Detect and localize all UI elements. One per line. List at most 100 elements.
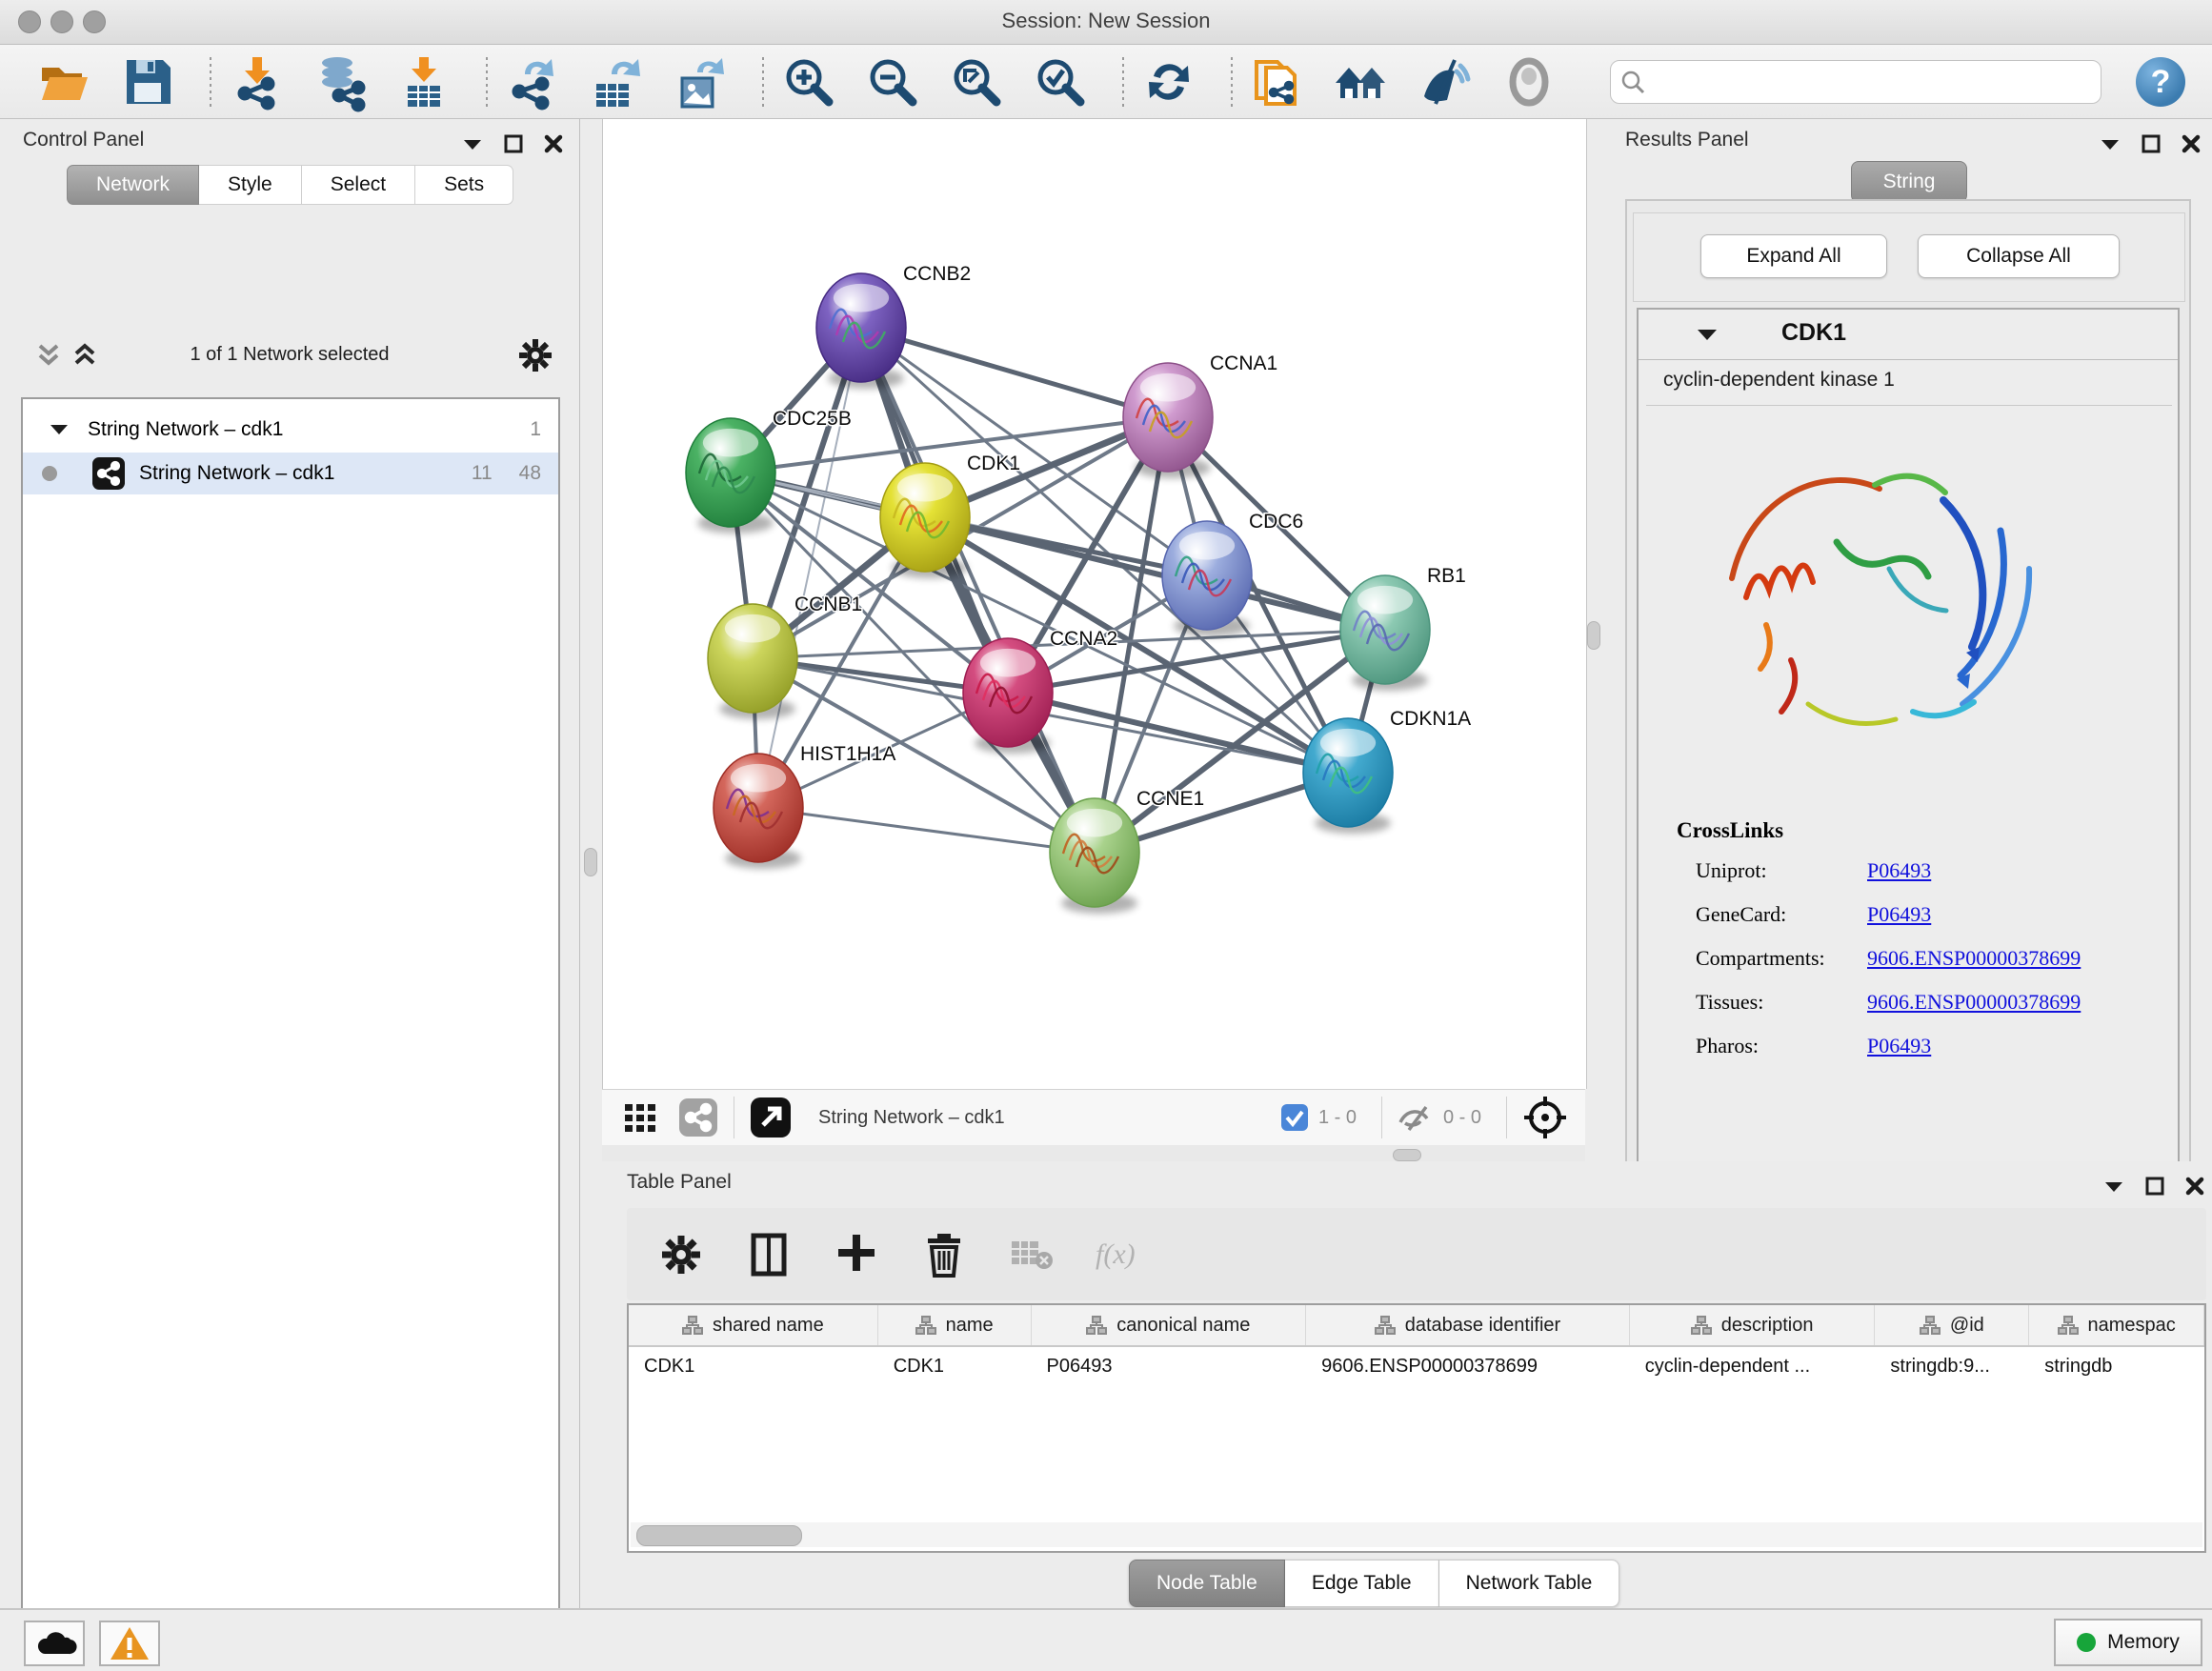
tab-style[interactable]: Style bbox=[199, 165, 302, 205]
cloud-icon[interactable] bbox=[24, 1621, 85, 1666]
node-CCNA2[interactable] bbox=[963, 638, 1053, 754]
birds-eye-view-icon[interactable] bbox=[1522, 1095, 1568, 1140]
export-network-icon[interactable] bbox=[505, 54, 560, 110]
zoom-in-icon[interactable] bbox=[781, 54, 836, 110]
close-panel-icon[interactable] bbox=[544, 134, 563, 153]
import-database-icon[interactable] bbox=[312, 54, 368, 110]
column-header-name[interactable]: name bbox=[878, 1305, 1032, 1345]
node-CDC6[interactable] bbox=[1162, 521, 1252, 636]
float-panel-icon[interactable] bbox=[2142, 134, 2161, 153]
edge-CCNB2-CCNE1[interactable] bbox=[861, 328, 1095, 853]
zoom-selected-icon[interactable] bbox=[1033, 54, 1088, 110]
crosslink-value-link[interactable]: P06493 bbox=[1867, 902, 1931, 927]
table-cell[interactable]: cyclin-dependent ... bbox=[1630, 1347, 1876, 1385]
close-panel-icon[interactable] bbox=[2182, 134, 2201, 153]
node-CDC25B[interactable] bbox=[686, 418, 775, 534]
home-icon[interactable] bbox=[1334, 54, 1389, 110]
detach-view-icon[interactable] bbox=[750, 1097, 792, 1138]
show-icon[interactable] bbox=[1501, 54, 1557, 110]
tab-sets[interactable]: Sets bbox=[415, 165, 513, 205]
selected-checkbox-icon[interactable] bbox=[1280, 1103, 1309, 1132]
table-cell[interactable]: P06493 bbox=[1032, 1347, 1307, 1385]
tab-network-table[interactable]: Network Table bbox=[1439, 1560, 1620, 1607]
float-panel-icon[interactable] bbox=[504, 134, 523, 153]
column-header-description[interactable]: description bbox=[1630, 1305, 1876, 1345]
edge-CCNA2-CDKN1A[interactable] bbox=[1008, 693, 1348, 773]
table-cell[interactable]: 9606.ENSP00000378699 bbox=[1306, 1347, 1630, 1385]
add-row-icon[interactable] bbox=[833, 1231, 880, 1278]
network-view-mode-icon[interactable] bbox=[678, 1097, 718, 1137]
node-CDK1[interactable] bbox=[880, 463, 970, 578]
edge-CDK1-RB1[interactable] bbox=[925, 517, 1385, 630]
memory-button[interactable]: Memory bbox=[2054, 1619, 2202, 1666]
column-header--id[interactable]: @id bbox=[1875, 1305, 2029, 1345]
search-input[interactable] bbox=[1645, 64, 2091, 100]
table-cell[interactable]: CDK1 bbox=[629, 1347, 878, 1385]
hide-icon[interactable] bbox=[1418, 54, 1473, 110]
node-HIST1H1A[interactable] bbox=[714, 754, 803, 869]
open-session-icon[interactable] bbox=[36, 54, 91, 110]
horizontal-scrollbar[interactable] bbox=[631, 1522, 2202, 1547]
network-row-selected[interactable]: String Network – cdk1 11 48 bbox=[23, 453, 558, 494]
edge-HIST1H1A-CCNE1[interactable] bbox=[758, 808, 1095, 853]
tab-string[interactable]: String bbox=[1851, 161, 1967, 203]
collapse-caret-icon[interactable] bbox=[1696, 327, 1719, 342]
scrollbar-thumb[interactable] bbox=[636, 1525, 802, 1546]
float-panel-icon[interactable] bbox=[2145, 1177, 2164, 1196]
close-panel-icon[interactable] bbox=[2185, 1177, 2204, 1196]
tab-node-table[interactable]: Node Table bbox=[1129, 1560, 1285, 1607]
export-image-icon[interactable] bbox=[673, 54, 728, 110]
help-icon[interactable]: ? bbox=[2136, 57, 2185, 107]
network-collection-row[interactable]: String Network – cdk1 1 bbox=[23, 409, 558, 451]
refresh-icon[interactable] bbox=[1141, 54, 1196, 110]
panel-menu-icon[interactable] bbox=[462, 137, 483, 151]
tab-select[interactable]: Select bbox=[302, 165, 415, 205]
tab-edge-table[interactable]: Edge Table bbox=[1285, 1560, 1439, 1607]
node-CDKN1A[interactable] bbox=[1303, 718, 1393, 834]
column-header-namespac[interactable]: namespac bbox=[2029, 1305, 2204, 1345]
node-CCNB2[interactable] bbox=[816, 273, 906, 389]
column-header-database-identifier[interactable]: database identifier bbox=[1306, 1305, 1630, 1345]
column-header-canonical-name[interactable]: canonical name bbox=[1032, 1305, 1307, 1345]
zoom-out-icon[interactable] bbox=[865, 54, 920, 110]
table-gear-icon[interactable] bbox=[657, 1231, 705, 1278]
node-RB1[interactable] bbox=[1340, 575, 1430, 691]
clone-network-icon[interactable] bbox=[1250, 54, 1305, 110]
node-CCNB1[interactable] bbox=[708, 604, 797, 719]
crosslink-value-link[interactable]: 9606.ENSP00000378699 bbox=[1867, 990, 2081, 1015]
add-column-icon[interactable] bbox=[745, 1231, 793, 1278]
import-table-icon[interactable] bbox=[396, 54, 452, 110]
table-cell[interactable]: stringdb:9... bbox=[1875, 1347, 2029, 1385]
network-graph[interactable]: CCNB2CCNA1CDC25BCDK1CDC6RB1CCNB1CCNA2CDK… bbox=[603, 119, 1586, 1089]
zoom-fit-icon[interactable] bbox=[949, 54, 1004, 110]
right-splitter-handle[interactable] bbox=[1587, 621, 1600, 650]
panel-menu-icon[interactable] bbox=[2100, 137, 2121, 151]
crosslink-value-link[interactable]: P06493 bbox=[1867, 1034, 1931, 1058]
edge-CCNB2-HIST1H1A[interactable] bbox=[758, 328, 861, 808]
node-table[interactable]: shared namenamecanonical namedatabase id… bbox=[627, 1303, 2206, 1553]
table-cell[interactable]: stringdb bbox=[2029, 1347, 2204, 1385]
export-table-icon[interactable] bbox=[589, 54, 644, 110]
collapse-caret-icon[interactable] bbox=[50, 423, 69, 436]
edge-CCNB2-CCNA1[interactable] bbox=[861, 328, 1168, 417]
collapse-all-button[interactable]: Collapse All bbox=[1918, 234, 2120, 278]
delete-icon[interactable] bbox=[920, 1231, 968, 1278]
save-session-icon[interactable] bbox=[120, 54, 175, 110]
gear-icon[interactable] bbox=[518, 338, 553, 372]
table-cell[interactable]: CDK1 bbox=[878, 1347, 1032, 1385]
column-header-shared-name[interactable]: shared name bbox=[629, 1305, 878, 1345]
network-canvas[interactable]: CCNB2CCNA1CDC25BCDK1CDC6RB1CCNB1CCNA2CDK… bbox=[602, 119, 1587, 1089]
node-CCNA1[interactable] bbox=[1123, 363, 1213, 478]
node-CCNE1[interactable] bbox=[1050, 798, 1139, 914]
tab-network[interactable]: Network bbox=[67, 165, 199, 205]
crosslink-value-link[interactable]: 9606.ENSP00000378699 bbox=[1867, 946, 2081, 971]
crosslink-value-link[interactable]: P06493 bbox=[1867, 858, 1931, 883]
import-network-icon[interactable] bbox=[229, 54, 284, 110]
warning-icon[interactable] bbox=[99, 1621, 160, 1666]
grid-mode-icon[interactable] bbox=[623, 1100, 661, 1135]
panel-menu-icon[interactable] bbox=[2103, 1179, 2124, 1193]
gene-section-header[interactable]: CDK1 bbox=[1639, 310, 2178, 360]
bottom-splitter-handle[interactable] bbox=[1393, 1149, 1421, 1161]
expand-all-button[interactable]: Expand All bbox=[1700, 234, 1887, 278]
left-splitter-handle[interactable] bbox=[584, 848, 597, 876]
